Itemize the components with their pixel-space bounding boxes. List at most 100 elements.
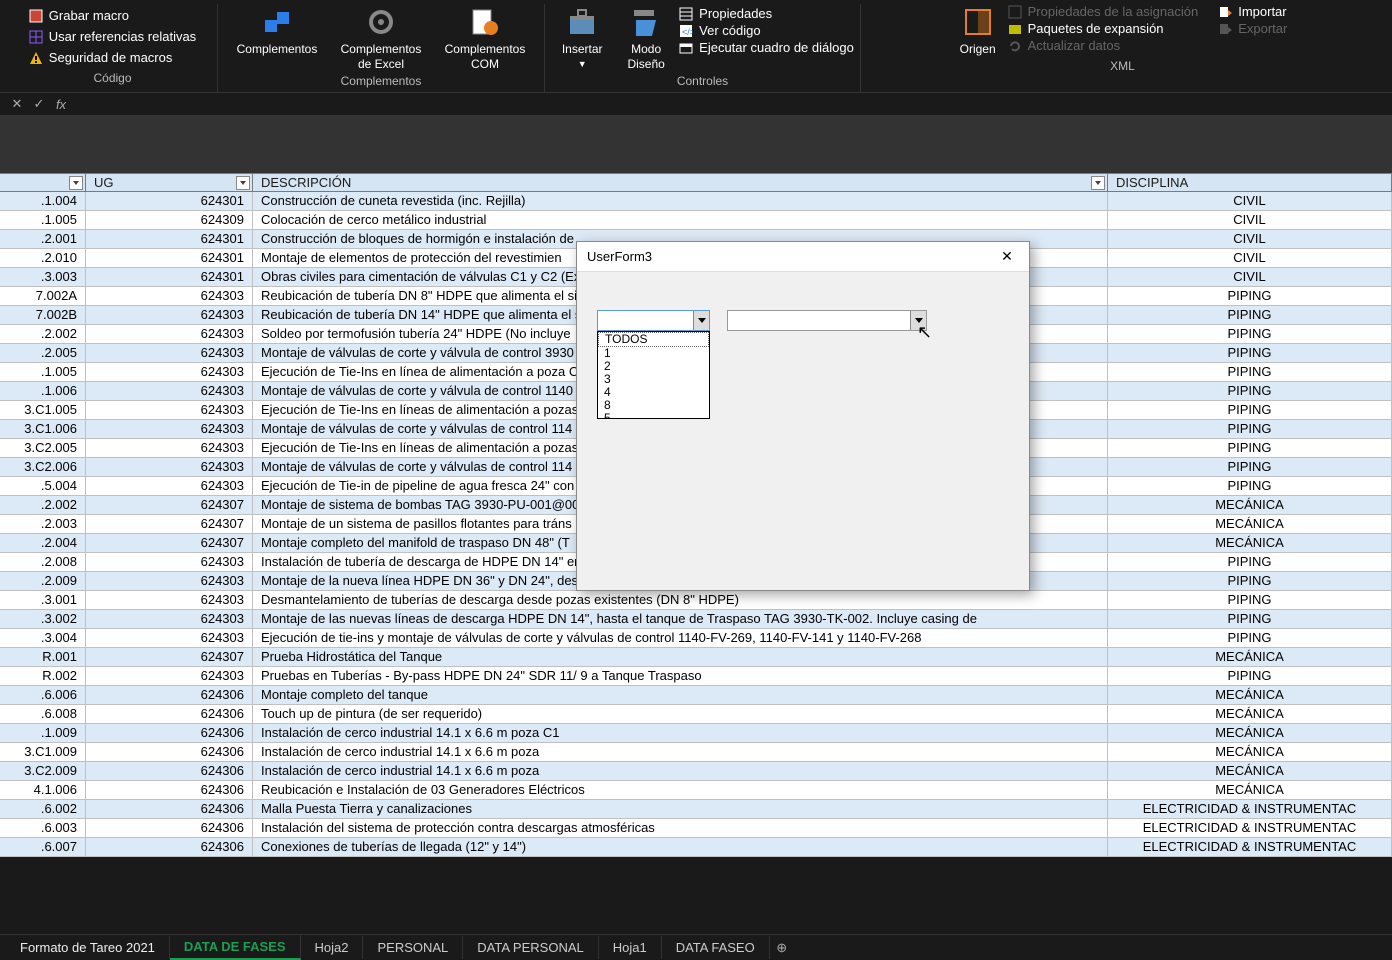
cell-disc[interactable]: MECÁNICA [1108,648,1392,666]
cell-ug[interactable]: 624303 [86,591,253,609]
cell-id[interactable]: .6.006 [0,686,86,704]
cell-ug[interactable]: 624303 [86,477,253,495]
sheet-tab[interactable]: DATA PERSONAL [463,936,598,959]
cell-ug[interactable]: 624303 [86,287,253,305]
cell-ug[interactable]: 624303 [86,382,253,400]
table-row[interactable]: R.001624307Prueba Hidrostática del Tanqu… [0,648,1392,667]
cell-ug[interactable]: 624303 [86,325,253,343]
cell-id[interactable]: .5.004 [0,477,86,495]
use-relative-refs-button[interactable]: Usar referencias relativas [29,27,196,46]
sheet-tab[interactable]: DATA DE FASES [170,935,301,960]
dropdown-option[interactable]: 3 [598,373,709,386]
cell-id[interactable]: 7.002B [0,306,86,324]
cell-disc[interactable]: PIPING [1108,439,1392,457]
cell-desc[interactable]: Reubicación e Instalación de 03 Generado… [253,781,1108,799]
cell-ug[interactable]: 624303 [86,667,253,685]
run-dialog-button[interactable]: Ejecutar cuadro de diálogo [679,40,854,55]
cell-id[interactable]: .2.003 [0,515,86,533]
dialog-close-button[interactable]: ✕ [995,248,1019,265]
dropdown-option[interactable]: 4 [598,386,709,399]
cell-desc[interactable]: Prueba Hidrostática del Tanque [253,648,1108,666]
cell-ug[interactable]: 624301 [86,249,253,267]
cell-disc[interactable]: PIPING [1108,477,1392,495]
cell-ug[interactable]: 624306 [86,819,253,837]
cell-ug[interactable]: 624303 [86,439,253,457]
cell-disc[interactable]: MECÁNICA [1108,743,1392,761]
cell-ug[interactable]: 624301 [86,230,253,248]
add-sheet-button[interactable]: ⊕ [770,940,794,956]
cell-disc[interactable]: PIPING [1108,382,1392,400]
table-row[interactable]: .6.003624306Instalación del sistema de p… [0,819,1392,838]
cell-ug[interactable]: 624309 [86,211,253,229]
cell-disc[interactable]: CIVIL [1108,230,1392,248]
cell-desc[interactable]: Montaje completo del tanque [253,686,1108,704]
filter-button-ug[interactable] [236,176,250,190]
cell-disc[interactable]: PIPING [1108,591,1392,609]
cell-ug[interactable]: 624303 [86,363,253,381]
cell-desc[interactable]: Touch up de pintura (de ser requerido) [253,705,1108,723]
table-row[interactable]: R.002624303Pruebas en Tuberías - By-pass… [0,667,1392,686]
cell-disc[interactable]: MECÁNICA [1108,496,1392,514]
cell-id[interactable]: .3.003 [0,268,86,286]
cell-disc[interactable]: PIPING [1108,325,1392,343]
cell-id[interactable]: 3.C2.009 [0,762,86,780]
cell-id[interactable]: 7.002A [0,287,86,305]
cell-disc[interactable]: ELECTRICIDAD & INSTRUMENTAC [1108,800,1392,818]
table-row[interactable]: .3.002624303Montaje de las nuevas líneas… [0,610,1392,629]
sheet-tab[interactable]: PERSONAL [363,936,463,959]
fx-button[interactable]: fx [50,97,72,112]
table-row[interactable]: .1.004624301Construcción de cuneta reves… [0,192,1392,211]
dropdown-arrow-icon[interactable] [693,311,709,330]
cell-id[interactable]: 3.C1.005 [0,401,86,419]
cell-ug[interactable]: 624306 [86,686,253,704]
properties-button[interactable]: Propiedades [679,6,854,21]
cell-disc[interactable]: CIVIL [1108,192,1392,210]
table-row[interactable]: .6.008624306Touch up de pintura (de ser … [0,705,1392,724]
cell-disc[interactable]: MECÁNICA [1108,515,1392,533]
xml-expansion-packs-button[interactable]: Paquetes de expansión [1008,21,1209,36]
cell-ug[interactable]: 624306 [86,838,253,856]
cell-id[interactable]: .3.002 [0,610,86,628]
table-row[interactable]: 3.C2.009624306Instalación de cerco indus… [0,762,1392,781]
cell-ug[interactable]: 624303 [86,553,253,571]
accept-formula-button[interactable]: ✓ [28,96,50,112]
sheet-tab[interactable]: DATA FASEO [662,936,770,959]
cell-disc[interactable]: PIPING [1108,363,1392,381]
cell-id[interactable]: R.001 [0,648,86,666]
cell-id[interactable]: .1.005 [0,211,86,229]
cell-ug[interactable]: 624301 [86,192,253,210]
cell-id[interactable]: .1.004 [0,192,86,210]
cell-ug[interactable]: 624303 [86,401,253,419]
dropdown-option[interactable]: TODOS [598,332,709,347]
excel-addins-button[interactable]: Complementos de Excel [329,4,433,72]
cell-disc[interactable]: CIVIL [1108,211,1392,229]
dropdown-arrow-icon[interactable] [910,311,926,330]
cell-disc[interactable]: CIVIL [1108,249,1392,267]
cell-disc[interactable]: PIPING [1108,401,1392,419]
cell-ug[interactable]: 624306 [86,705,253,723]
table-row[interactable]: .3.001624303Desmantelamiento de tuberías… [0,591,1392,610]
sheet-tab[interactable]: Hoja1 [599,936,662,959]
cell-desc[interactable]: Conexiones de tuberías de llegada (12" y… [253,838,1108,856]
cell-id[interactable]: .2.001 [0,230,86,248]
table-row[interactable]: .3.004624303Ejecución de tie-ins y monta… [0,629,1392,648]
cell-ug[interactable]: 624307 [86,496,253,514]
cell-id[interactable]: 3.C1.009 [0,743,86,761]
cell-disc[interactable]: MECÁNICA [1108,762,1392,780]
cell-disc[interactable]: MECÁNICA [1108,534,1392,552]
cell-desc[interactable]: Desmantelamiento de tuberías de descarga… [253,591,1108,609]
cell-disc[interactable]: ELECTRICIDAD & INSTRUMENTAC [1108,838,1392,856]
filter-button-id[interactable] [69,176,83,190]
cell-ug[interactable]: 624306 [86,743,253,761]
cell-ug[interactable]: 624303 [86,458,253,476]
dropdown-option[interactable]: 2 [598,360,709,373]
cell-disc[interactable]: MECÁNICA [1108,686,1392,704]
header-desc[interactable]: DESCRIPCIÓN [253,174,1108,191]
cell-ug[interactable]: 624303 [86,420,253,438]
cell-disc[interactable]: PIPING [1108,553,1392,571]
cell-ug[interactable]: 624303 [86,629,253,647]
xml-source-button[interactable]: Origen [948,4,1008,57]
cell-ug[interactable]: 624303 [86,344,253,362]
dropdown-list[interactable]: TODOS123485 [597,331,710,419]
cell-id[interactable]: .2.008 [0,553,86,571]
